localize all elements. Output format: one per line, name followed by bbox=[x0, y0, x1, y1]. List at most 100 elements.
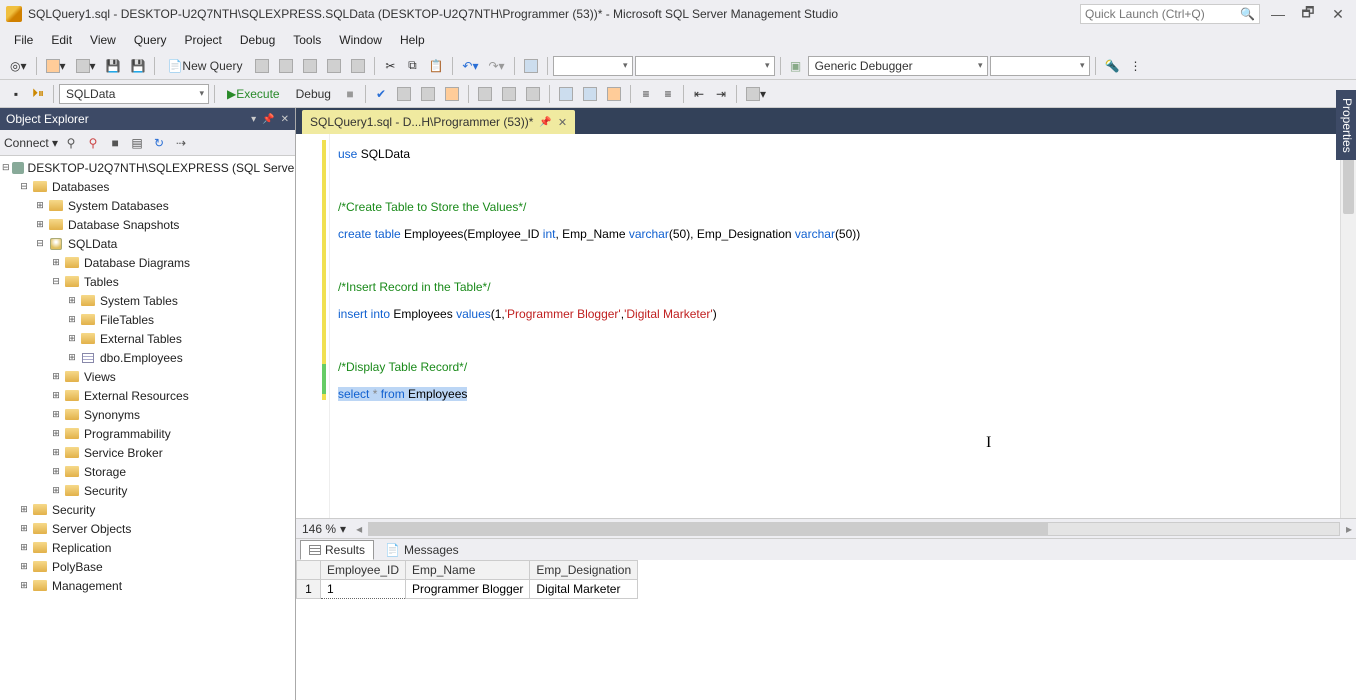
tree-service-broker[interactable]: ⊞Service Broker bbox=[0, 443, 295, 462]
tb-btn-2[interactable] bbox=[275, 55, 297, 77]
find-button[interactable]: 🔦 bbox=[1101, 55, 1124, 77]
debug-button[interactable]: Debug bbox=[289, 83, 338, 105]
paste-button[interactable]: 📋 bbox=[424, 55, 447, 77]
minimize-button[interactable]: — bbox=[1266, 6, 1290, 22]
tb2-res-2[interactable] bbox=[498, 83, 520, 105]
tb2-plan-1[interactable] bbox=[393, 83, 415, 105]
code-editor[interactable]: use SQLData /*Create Table to Store the … bbox=[296, 134, 1356, 518]
menu-debug[interactable]: Debug bbox=[232, 31, 283, 49]
tb2-comment-2[interactable]: ⇥ bbox=[711, 83, 731, 105]
tb-extra-button[interactable]: ⋮ bbox=[1126, 55, 1146, 77]
menu-help[interactable]: Help bbox=[392, 31, 433, 49]
new-project-button[interactable]: ▾ bbox=[42, 55, 70, 77]
tree-sqldata-db[interactable]: ⊟SQLData bbox=[0, 234, 295, 253]
tb2-res-1[interactable] bbox=[474, 83, 496, 105]
pin-icon[interactable]: 📌 bbox=[539, 117, 551, 128]
tb2-grid-3[interactable] bbox=[603, 83, 625, 105]
zoom-combo[interactable]: 146 % ▾ bbox=[296, 522, 352, 536]
tb-grid-button[interactable] bbox=[520, 55, 542, 77]
tb2-btn-2[interactable]: ⏵⏸ bbox=[28, 83, 48, 105]
menu-window[interactable]: Window bbox=[331, 31, 390, 49]
tb2-specify-values[interactable]: ▾ bbox=[742, 83, 770, 105]
tree-views[interactable]: ⊞Views bbox=[0, 367, 295, 386]
quick-launch-input[interactable]: Quick Launch (Ctrl+Q) 🔍 bbox=[1080, 4, 1260, 24]
oe-refresh-button[interactable]: ↻ bbox=[150, 134, 168, 152]
results-tab[interactable]: Results bbox=[300, 540, 374, 560]
tb2-res-3[interactable] bbox=[522, 83, 544, 105]
tb2-indent-1[interactable]: ≡ bbox=[636, 83, 656, 105]
tb-btn-3[interactable] bbox=[299, 55, 321, 77]
undo-button[interactable]: ↶▾ bbox=[458, 55, 482, 77]
menu-project[interactable]: Project bbox=[177, 31, 230, 49]
execute-button[interactable]: ▶ Execute bbox=[220, 83, 287, 105]
tree-system-databases[interactable]: ⊞System Databases bbox=[0, 196, 295, 215]
solution-config-combo[interactable] bbox=[553, 56, 633, 76]
tree-management[interactable]: ⊞Management bbox=[0, 576, 295, 595]
tree-storage[interactable]: ⊞Storage bbox=[0, 462, 295, 481]
tb2-grid-2[interactable] bbox=[579, 83, 601, 105]
panel-pin-button[interactable]: 📌 bbox=[262, 114, 274, 125]
database-combo[interactable]: SQLData bbox=[59, 84, 209, 104]
tree-polybase[interactable]: ⊞PolyBase bbox=[0, 557, 295, 576]
tree-security[interactable]: ⊞Security bbox=[0, 500, 295, 519]
redo-button[interactable]: ↷▾ bbox=[484, 55, 508, 77]
maximize-button[interactable]: 🗗 bbox=[1296, 2, 1320, 26]
connect-button[interactable]: Connect ▾ bbox=[4, 136, 58, 150]
debugger-combo-2[interactable] bbox=[990, 56, 1090, 76]
tree-database-diagrams[interactable]: ⊞Database Diagrams bbox=[0, 253, 295, 272]
debugger-target-icon[interactable]: ▣ bbox=[786, 55, 806, 77]
cancel-query-button[interactable]: ■ bbox=[340, 83, 360, 105]
back-button[interactable]: ◎▾ bbox=[6, 55, 31, 77]
tb-btn-1[interactable] bbox=[251, 55, 273, 77]
object-explorer-tree[interactable]: ⊟DESKTOP-U2Q7NTH\SQLEXPRESS (SQL Server … bbox=[0, 156, 295, 700]
close-button[interactable]: ✕ bbox=[1326, 6, 1350, 23]
tb2-grid-1[interactable] bbox=[555, 83, 577, 105]
tb2-indent-2[interactable]: ≡ bbox=[658, 83, 678, 105]
tree-external-tables[interactable]: ⊞External Tables bbox=[0, 329, 295, 348]
solution-platform-combo[interactable] bbox=[635, 56, 775, 76]
messages-tab[interactable]: 📄Messages bbox=[376, 540, 468, 560]
tree-external-resources[interactable]: ⊞External Resources bbox=[0, 386, 295, 405]
tb2-btn-1[interactable]: ▪ bbox=[6, 83, 26, 105]
debugger-combo[interactable]: Generic Debugger bbox=[808, 56, 988, 76]
tree-server-objects[interactable]: ⊞Server Objects bbox=[0, 519, 295, 538]
tb-btn-5[interactable] bbox=[347, 55, 369, 77]
tb2-plan-3[interactable] bbox=[441, 83, 463, 105]
code-content[interactable]: use SQLData /*Create Table to Store the … bbox=[330, 134, 1340, 518]
tree-dbo-employees[interactable]: ⊞dbo.Employees bbox=[0, 348, 295, 367]
editor-horizontal-scrollbar[interactable] bbox=[368, 522, 1340, 536]
cut-button[interactable]: ✂ bbox=[380, 55, 400, 77]
save-all-button[interactable]: 💾 bbox=[127, 55, 150, 77]
oe-filter-button[interactable]: ▤ bbox=[128, 134, 146, 152]
tree-databases[interactable]: ⊟Databases bbox=[0, 177, 295, 196]
tab-close-button[interactable]: ✕ bbox=[558, 116, 567, 129]
menu-query[interactable]: Query bbox=[126, 31, 175, 49]
col-emp-name[interactable]: Emp_Name bbox=[406, 561, 530, 580]
results-grid[interactable]: Employee_ID Emp_Name Emp_Designation 1 1… bbox=[296, 560, 1356, 700]
oe-tool-6[interactable]: ⇢ bbox=[172, 134, 190, 152]
menu-view[interactable]: View bbox=[82, 31, 124, 49]
menu-tools[interactable]: Tools bbox=[285, 31, 329, 49]
new-query-button[interactable]: 📄 New Query bbox=[160, 55, 249, 77]
col-emp-designation[interactable]: Emp_Designation bbox=[530, 561, 638, 580]
menu-file[interactable]: File bbox=[6, 31, 41, 49]
oe-tool-3[interactable]: ■ bbox=[106, 134, 124, 152]
panel-dropdown-button[interactable]: ▾ bbox=[251, 114, 256, 125]
col-employee-id[interactable]: Employee_ID bbox=[321, 561, 406, 580]
oe-tool-2[interactable]: ⚲ bbox=[84, 134, 102, 152]
panel-close-button[interactable]: ✕ bbox=[281, 114, 289, 125]
tree-replication[interactable]: ⊞Replication bbox=[0, 538, 295, 557]
tree-programmability[interactable]: ⊞Programmability bbox=[0, 424, 295, 443]
cell-emp-designation[interactable]: Digital Marketer bbox=[530, 580, 638, 599]
cell-emp-name[interactable]: Programmer Blogger bbox=[406, 580, 530, 599]
results-row[interactable]: 1 1 Programmer Blogger Digital Marketer bbox=[297, 580, 638, 599]
tb2-plan-2[interactable] bbox=[417, 83, 439, 105]
tree-server[interactable]: ⊟DESKTOP-U2Q7NTH\SQLEXPRESS (SQL Server bbox=[0, 158, 295, 177]
oe-tool-1[interactable]: ⚲ bbox=[62, 134, 80, 152]
tree-database-snapshots[interactable]: ⊞Database Snapshots bbox=[0, 215, 295, 234]
tree-security-db[interactable]: ⊞Security bbox=[0, 481, 295, 500]
cell-employee-id[interactable]: 1 bbox=[321, 580, 406, 599]
tree-system-tables[interactable]: ⊞System Tables bbox=[0, 291, 295, 310]
document-tab[interactable]: SQLQuery1.sql - D...H\Programmer (53))* … bbox=[302, 110, 575, 134]
menu-edit[interactable]: Edit bbox=[43, 31, 80, 49]
